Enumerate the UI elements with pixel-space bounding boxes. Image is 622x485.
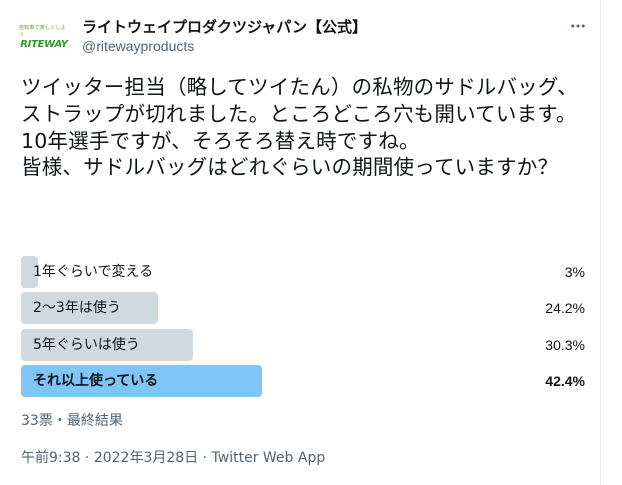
poll: 1年ぐらいで変える 3% 2〜3年は使う 24.2% 5年ぐらいは使う 30.3% それ以上… — [21, 256, 589, 401]
tweet-card: 自転車で楽しくしよう RITEWAY ライトウェイプロダクツジャパン【公式】 @… — [0, 0, 601, 485]
display-name[interactable]: ライトウェイプロダクツジャパン【公式】 — [82, 16, 367, 37]
avatar-wordmark: RITEWAY — [20, 39, 68, 50]
more-options-button[interactable] — [566, 14, 590, 38]
poll-option: 5年ぐらいは使う 30.3% — [21, 328, 589, 361]
tweet-time: 午前9:38 — [21, 450, 81, 466]
tweet-time-link[interactable]: 午前9:38 · 2022年3月28日 — [21, 450, 198, 466]
poll-option-label: それ以上使っている — [33, 372, 159, 389]
tweet-timestamp: 午前9:38 · 2022年3月28日 · Twitter Web App — [21, 447, 325, 467]
poll-option-percent: 42.4% — [545, 372, 585, 389]
poll-option: それ以上使っている 42.4% — [21, 364, 589, 397]
poll-option: 2〜3年は使う 24.2% — [21, 292, 589, 325]
avatar[interactable]: 自転車で楽しくしよう RITEWAY — [19, 20, 69, 54]
timestamp-separator: · — [198, 450, 212, 466]
poll-option-label: 1年ぐらいで変える — [33, 264, 154, 280]
poll-option-label: 5年ぐらいは使う — [33, 336, 140, 353]
more-horizontal-icon — [571, 24, 585, 28]
poll-option-percent: 24.2% — [545, 300, 585, 317]
poll-option: 1年ぐらいで変える 3% — [21, 256, 589, 288]
tweet-text: ツイッター担当（略してツイたん）の私物のサドルバッグ、ストラップが切れました。と… — [21, 75, 578, 180]
avatar-tagline: 自転車で楽しくしよう — [19, 25, 66, 38]
tweet-source-link[interactable]: Twitter Web App — [212, 450, 326, 466]
user-handle[interactable]: @ritewayproducts — [82, 38, 194, 54]
poll-summary: 33票・最終結果 — [21, 413, 123, 429]
poll-option-percent: 3% — [564, 264, 585, 280]
poll-option-label: 2〜3年は使う — [33, 300, 121, 317]
tweet-date: 2022年3月28日 — [93, 450, 199, 466]
poll-option-percent: 30.3% — [545, 336, 585, 353]
timestamp-separator: · — [80, 450, 94, 466]
